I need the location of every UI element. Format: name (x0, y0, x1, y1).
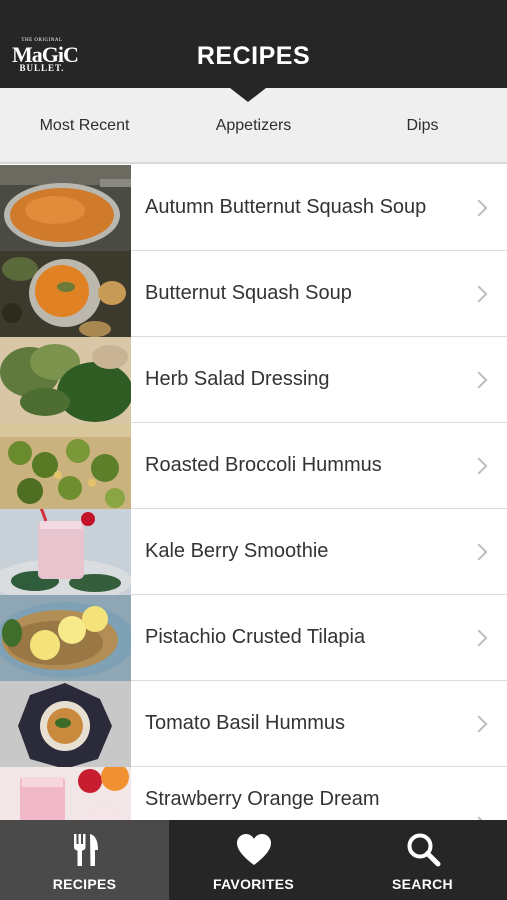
chevron-right-icon (470, 629, 488, 646)
chevron-right-icon (470, 457, 488, 474)
chevron-right-icon (470, 285, 488, 302)
recipe-title: Kale Berry Smoothie (145, 540, 329, 562)
tabbar-label: FAVORITES (212, 876, 294, 892)
recipe-title: Tomato Basil Hummus (145, 712, 346, 734)
recipe-title: Pistachio Crusted Tilapia (145, 626, 366, 648)
recipe-thumbnail (0, 422, 131, 509)
recipe-thumbnail (0, 165, 131, 251)
heart-icon (236, 834, 271, 865)
recipe-row[interactable]: Strawberry Orange Dream (0, 766, 507, 820)
tab-most-recent[interactable]: Most Recent (0, 88, 169, 162)
recipe-title: Herb Salad Dressing (145, 368, 330, 390)
recipe-thumbnail (0, 250, 131, 337)
chevron-right-icon (470, 199, 488, 216)
recipe-title: Butternut Squash Soup (145, 282, 352, 304)
recipe-title: Autumn Butternut Squash Soup (145, 196, 427, 218)
recipe-row[interactable]: Herb Salad Dressing (0, 336, 507, 423)
recipe-thumbnail (0, 336, 131, 423)
selected-tab-pointer (230, 88, 266, 102)
tabbar-favorites[interactable]: FAVORITES (169, 820, 338, 900)
tabbar-label: SEARCH (392, 876, 453, 892)
recipe-row[interactable]: Butternut Squash Soup (0, 250, 507, 337)
recipe-list[interactable]: Autumn Butternut Squash Soup Butternut S… (0, 165, 507, 820)
recipe-title: Roasted Broccoli Hummus (145, 454, 382, 476)
bottom-tab-bar: RECIPES FAVORITES SEARCH (0, 820, 507, 900)
chevron-right-icon (470, 715, 488, 732)
recipe-title: Strawberry Orange Dream (145, 788, 380, 810)
recipe-row[interactable]: Roasted Broccoli Hummus (0, 422, 507, 509)
tabbar-recipes[interactable]: RECIPES (0, 820, 169, 900)
search-icon (407, 833, 440, 867)
chevron-right-icon (470, 371, 488, 388)
recipe-row[interactable]: Pistachio Crusted Tilapia (0, 594, 507, 681)
recipe-thumbnail (0, 766, 131, 820)
tab-dips[interactable]: Dips (338, 88, 507, 162)
recipe-row[interactable]: Autumn Butternut Squash Soup (0, 165, 507, 251)
recipe-row[interactable]: Kale Berry Smoothie (0, 508, 507, 595)
page-title: RECIPES (196, 42, 311, 70)
chevron-right-icon (470, 543, 488, 560)
recipe-thumbnail (0, 680, 131, 767)
recipe-thumbnail (0, 508, 131, 595)
tabbar-label: RECIPES (52, 876, 117, 892)
tabbar-search[interactable]: SEARCH (338, 820, 507, 900)
recipe-row[interactable]: Tomato Basil Hummus (0, 680, 507, 767)
recipe-thumbnail (0, 594, 131, 681)
fork-knife-icon (73, 834, 98, 866)
app-header: THE ORIGINAL MaGiC BULLET. RECIPES (0, 0, 507, 88)
